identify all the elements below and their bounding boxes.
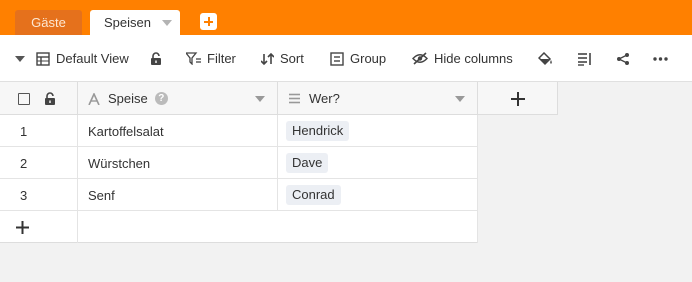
add-column-button[interactable]	[478, 82, 558, 115]
view-label: Default View	[56, 51, 129, 66]
cell-wer[interactable]: Conrad	[278, 179, 478, 211]
unlock-icon	[151, 51, 161, 65]
cell-text: Würstchen	[88, 155, 151, 171]
tab-speisen[interactable]: Speisen	[90, 10, 180, 35]
tab-gaeste[interactable]: Gäste	[15, 10, 82, 35]
select-all-checkbox[interactable]	[18, 92, 30, 105]
table-row[interactable]: 3 Senf Conrad	[0, 179, 478, 211]
hide-columns-label: Hide columns	[434, 51, 513, 66]
paint-bucket-icon	[538, 51, 552, 65]
sort-label: Sort	[280, 51, 304, 66]
chevron-down-icon[interactable]	[162, 20, 172, 26]
plus-icon	[16, 220, 29, 234]
eye-off-icon	[412, 52, 428, 65]
column-header-wer[interactable]: Wer?	[278, 82, 478, 115]
table-header-row: Speise ? Wer?	[0, 82, 558, 115]
cell-speise[interactable]: Kartoffelsalat	[78, 115, 278, 147]
tab-speisen-label: Speisen	[104, 15, 151, 30]
add-row-button[interactable]	[0, 211, 78, 243]
column-menu-icon[interactable]	[255, 96, 265, 102]
row-number: 2	[0, 147, 78, 179]
filter-label: Filter	[207, 51, 236, 66]
cell-speise[interactable]: Würstchen	[78, 147, 278, 179]
group-icon	[330, 51, 344, 66]
column-name-wer: Wer?	[309, 91, 340, 106]
cell-text: Senf	[88, 187, 115, 203]
more-horizontal-icon	[653, 56, 668, 61]
single-select-icon	[289, 93, 300, 104]
help-icon[interactable]: ?	[154, 92, 168, 105]
group-button[interactable]: Group	[330, 35, 386, 82]
select-option-tag: Hendrick	[286, 121, 350, 141]
group-label: Group	[350, 51, 387, 66]
cell-speise[interactable]: Senf	[78, 179, 278, 211]
more-options-button[interactable]	[653, 35, 668, 82]
view-selector[interactable]: Default View	[36, 35, 129, 82]
row-number: 1	[0, 115, 78, 147]
view-toolbar: Default View Filter Sort Group Hide colu…	[0, 35, 692, 82]
select-option-tag: Dave	[286, 153, 329, 173]
add-row-area[interactable]	[78, 211, 478, 243]
lock-view-button[interactable]	[150, 35, 162, 82]
add-table-button[interactable]	[200, 13, 217, 30]
text-type-icon	[88, 92, 100, 105]
sort-icon	[261, 52, 274, 65]
select-option-tag: Conrad	[286, 185, 341, 205]
share-button[interactable]	[616, 35, 630, 82]
row-height-button[interactable]	[577, 35, 592, 82]
row-number: 3	[0, 179, 78, 211]
row-header-controls	[0, 82, 78, 115]
column-name-speise: Speise	[108, 91, 148, 106]
column-header-speise[interactable]: Speise ?	[78, 82, 278, 115]
lock-icon[interactable]	[44, 91, 56, 106]
filter-icon	[186, 52, 201, 65]
hide-columns-button[interactable]: Hide columns	[412, 35, 513, 82]
filter-button[interactable]: Filter	[186, 35, 236, 82]
view-menu-toggle[interactable]	[15, 35, 25, 82]
add-row-bar[interactable]	[0, 211, 478, 243]
column-menu-icon[interactable]	[455, 96, 465, 102]
cell-text: Kartoffelsalat	[88, 123, 164, 139]
table-row[interactable]: 1 Kartoffelsalat Hendrick	[0, 115, 478, 147]
sort-button[interactable]: Sort	[261, 35, 304, 82]
cell-wer[interactable]: Hendrick	[278, 115, 478, 147]
cell-wer[interactable]: Dave	[278, 147, 478, 179]
table-row[interactable]: 2 Würstchen Dave	[0, 147, 478, 179]
plus-icon	[510, 91, 525, 106]
table-icon	[36, 51, 50, 66]
row-color-button[interactable]	[538, 35, 554, 82]
share-icon	[617, 52, 629, 65]
caret-down-icon	[15, 55, 25, 62]
row-height-icon	[578, 52, 591, 66]
table-tab-bar: Gäste Speisen	[0, 0, 692, 35]
